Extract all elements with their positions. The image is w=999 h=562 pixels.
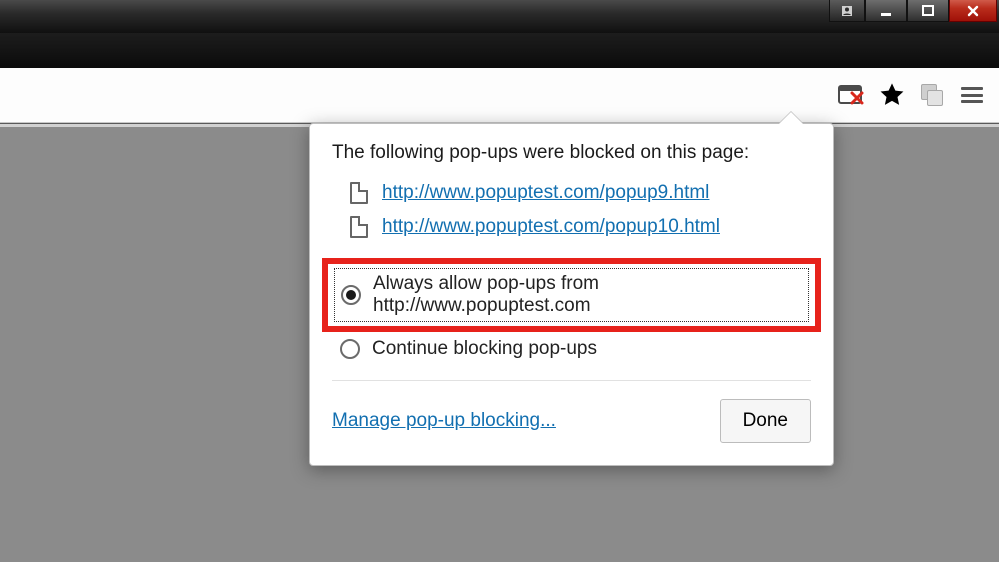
menu-button[interactable] [955,78,989,112]
page-icon [350,182,368,204]
tab-strip [0,33,999,68]
browser-toolbar [0,68,999,123]
user-switcher-button[interactable] [829,0,865,22]
list-item: http://www.popuptest.com/popup9.html [350,176,811,210]
bookmark-star-button[interactable] [875,78,909,112]
window-titlebar [0,0,999,33]
tutorial-highlight: Always allow pop-ups from http://www.pop… [322,258,821,332]
option-always-allow[interactable]: Always allow pop-ups from http://www.pop… [334,268,809,322]
window-frame: The following pop-ups were blocked on th… [0,0,999,562]
blocked-popups-list: http://www.popuptest.com/popup9.html htt… [350,176,811,244]
option-continue-blocking[interactable]: Continue blocking pop-ups [332,334,811,364]
blocked-popup-link[interactable]: http://www.popuptest.com/popup10.html [382,216,720,238]
divider [332,380,811,381]
window-close-button[interactable] [949,0,997,22]
option-label: Continue blocking pop-ups [372,338,597,360]
bubble-heading: The following pop-ups were blocked on th… [332,142,811,164]
popup-blocked-indicator[interactable] [835,78,869,112]
option-label: Always allow pop-ups from http://www.pop… [373,273,802,317]
done-button[interactable]: Done [720,399,811,443]
window-minimize-button[interactable] [865,0,907,22]
list-item: http://www.popuptest.com/popup10.html [350,210,811,244]
radio-icon [340,339,360,359]
extensions-button[interactable] [915,78,949,112]
popup-blocked-bubble: The following pop-ups were blocked on th… [309,123,834,466]
radio-icon [341,285,361,305]
bubble-footer: Manage pop-up blocking... Done [332,399,811,443]
manage-popup-blocking-link[interactable]: Manage pop-up blocking... [332,410,556,432]
blocked-popup-link[interactable]: http://www.popuptest.com/popup9.html [382,182,709,204]
window-maximize-button[interactable] [907,0,949,22]
page-icon [350,216,368,238]
